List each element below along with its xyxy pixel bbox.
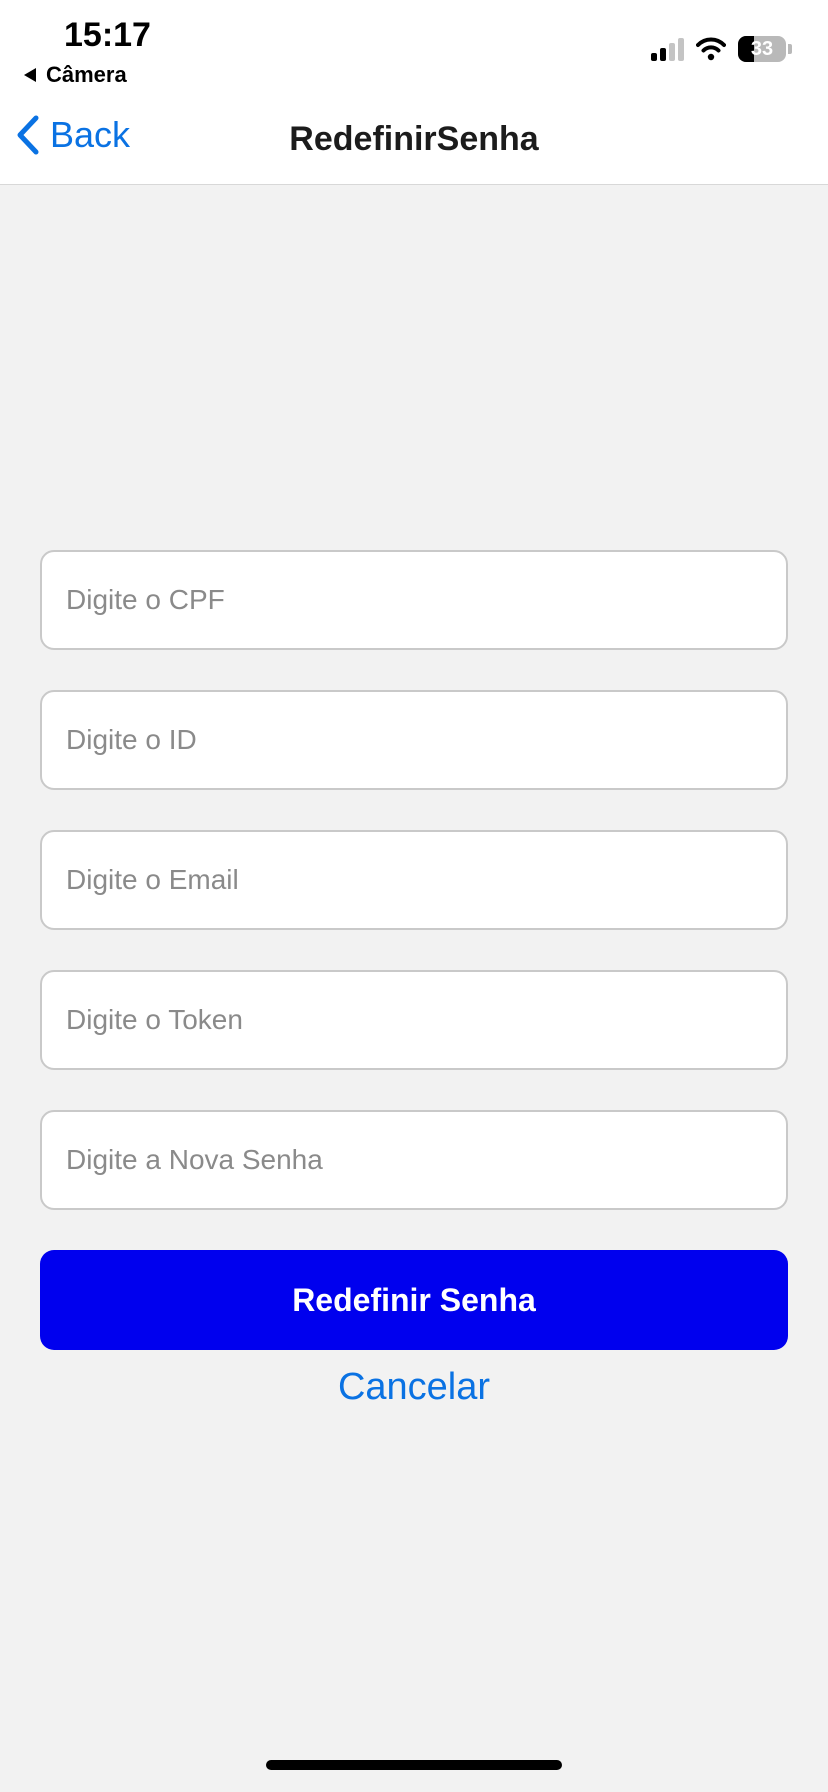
cpf-field-container	[40, 550, 788, 650]
status-bar: 15:17 Câmera 33	[0, 0, 828, 96]
back-to-app-link[interactable]: Câmera	[24, 62, 127, 88]
wifi-icon	[696, 37, 726, 61]
navigation-bar: Back RedefinirSenha	[0, 96, 828, 185]
cancel-button[interactable]: Cancelar	[40, 1366, 788, 1409]
status-time: 15:17	[64, 16, 151, 54]
back-to-app-label: Câmera	[46, 62, 127, 87]
battery-icon: 33	[738, 36, 786, 62]
reset-password-form: Redefinir Senha Cancelar	[40, 550, 788, 1409]
id-input[interactable]	[64, 723, 764, 757]
new-password-input[interactable]	[64, 1143, 764, 1177]
back-triangle-icon	[24, 68, 36, 82]
status-icons: 33	[651, 36, 792, 62]
home-indicator[interactable]	[266, 1760, 562, 1770]
battery-cap	[788, 44, 792, 54]
email-input[interactable]	[64, 863, 764, 897]
email-field-container	[40, 830, 788, 930]
new-password-field-container	[40, 1110, 788, 1210]
id-field-container	[40, 690, 788, 790]
cpf-input[interactable]	[64, 583, 764, 617]
page-title: RedefinirSenha	[289, 120, 539, 158]
token-field-container	[40, 970, 788, 1070]
battery-level: 33	[750, 37, 774, 60]
reset-password-button[interactable]: Redefinir Senha	[40, 1250, 788, 1350]
signal-icon	[651, 37, 684, 61]
token-input[interactable]	[64, 1003, 764, 1037]
